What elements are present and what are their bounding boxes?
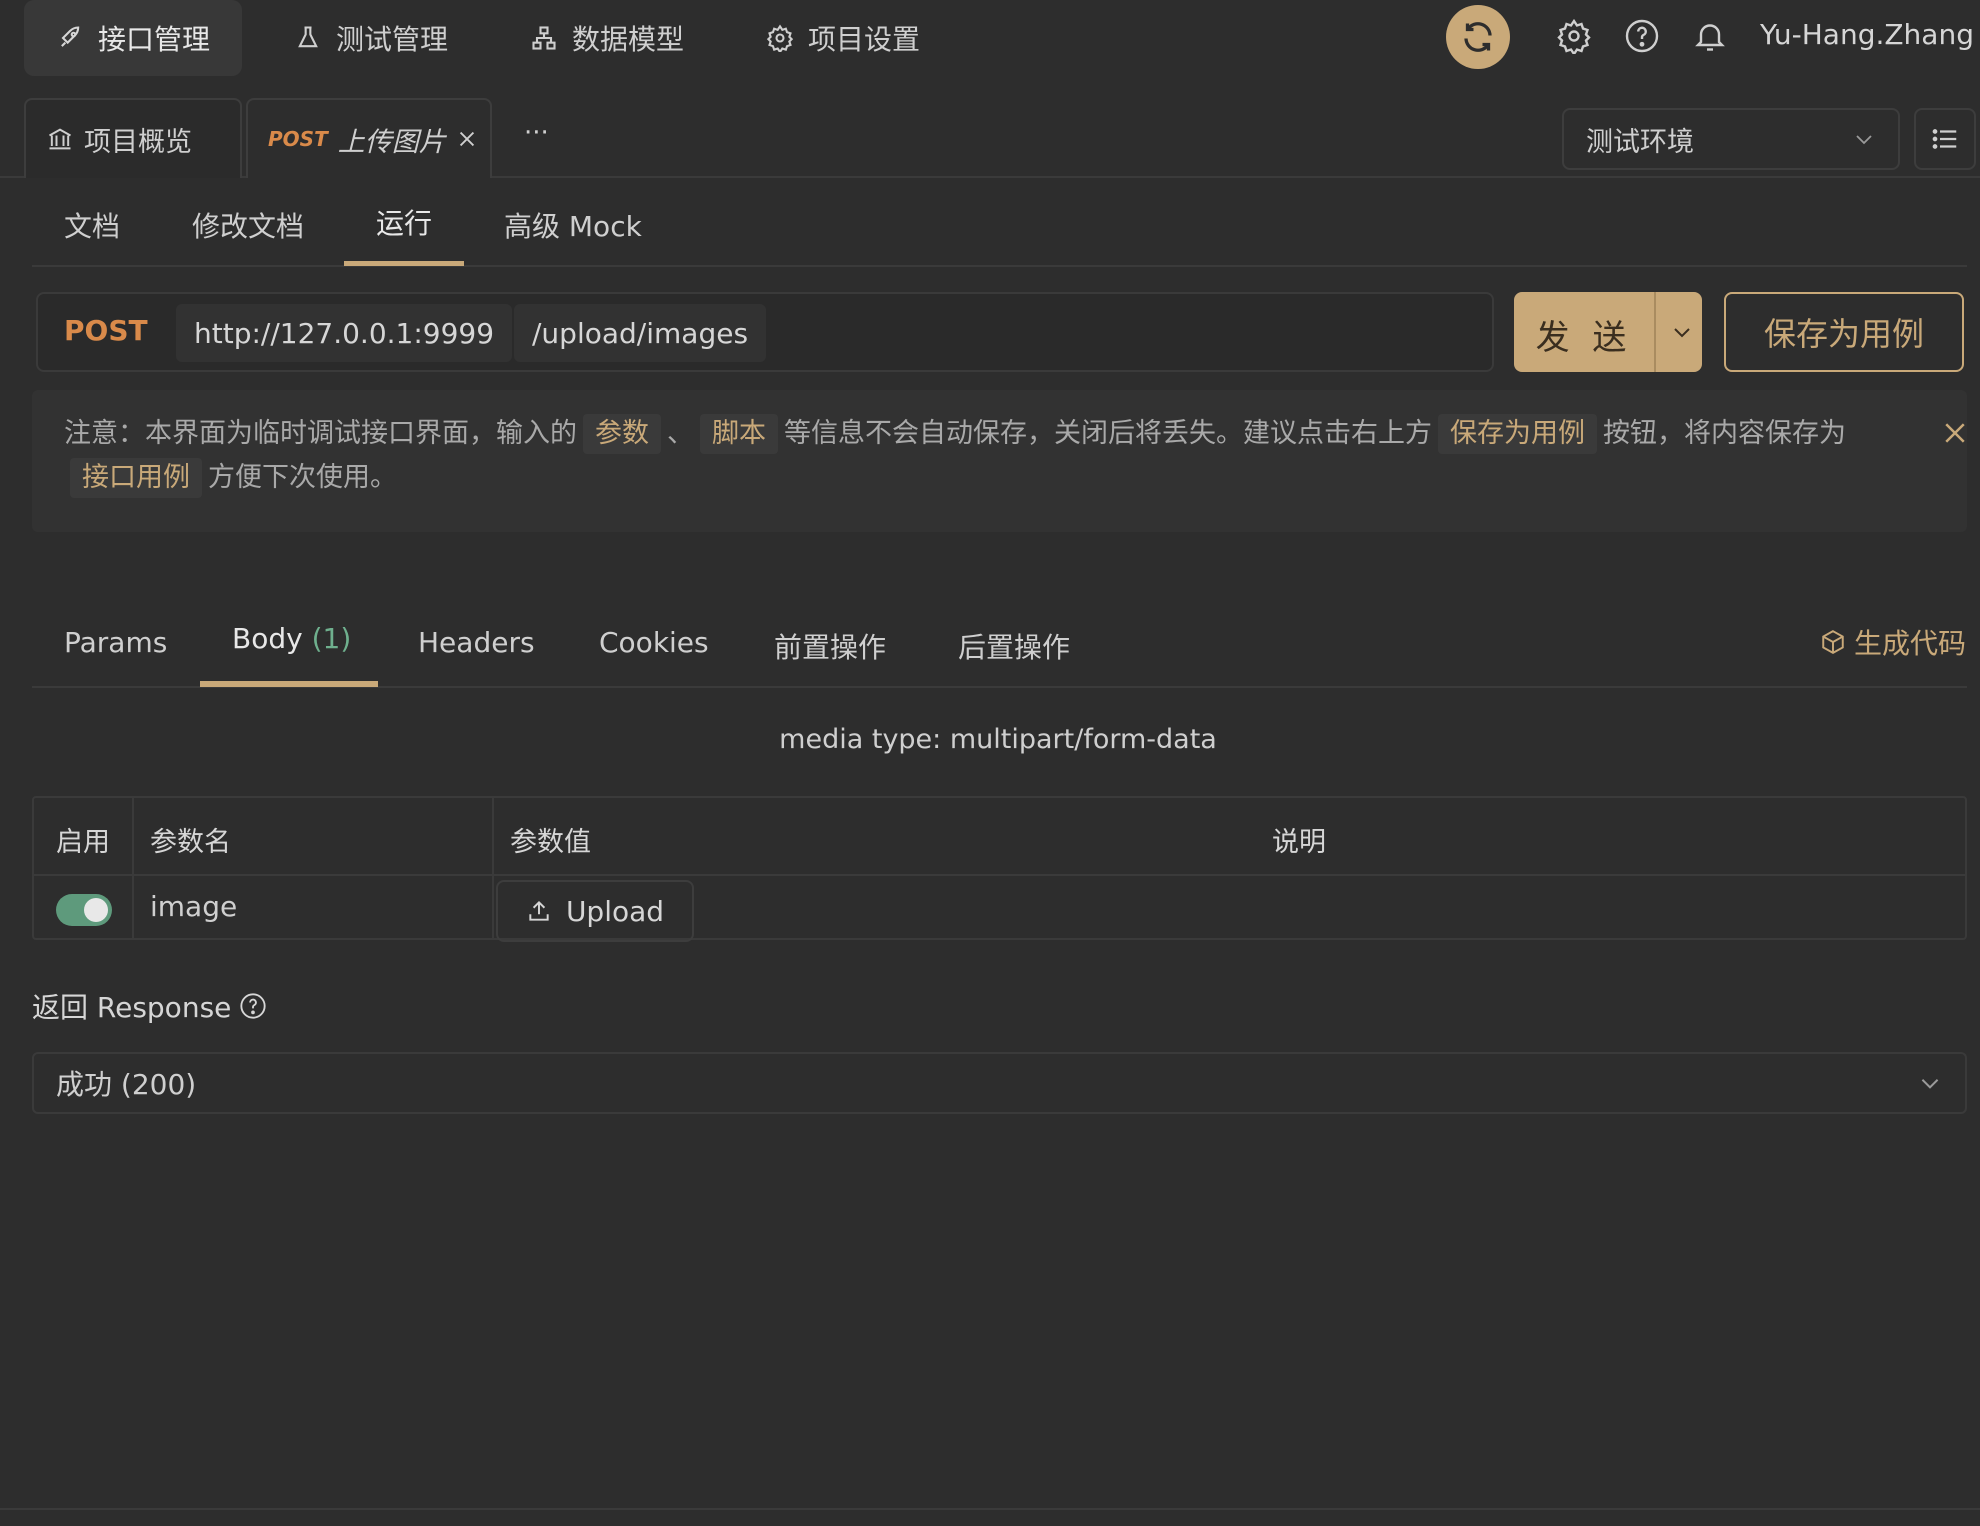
- response-section-title: 返回 Response: [32, 986, 267, 1026]
- chevron-down-icon[interactable]: [1670, 320, 1694, 344]
- tab-method-badge: POST: [268, 127, 328, 151]
- tab-body-label: Body: [232, 622, 303, 655]
- nav-item-project-settings[interactable]: 项目设置: [734, 0, 952, 76]
- param-name-cell[interactable]: image: [150, 890, 237, 923]
- gear-icon: [766, 24, 794, 52]
- top-navigation: 接口管理 测试管理 数据模型 项目设置 Yu-Hang.Zhang: [0, 0, 1980, 78]
- bottom-divider: [0, 1508, 1980, 1510]
- nav-item-label: 数据模型: [572, 23, 685, 56]
- sync-button[interactable]: [1446, 5, 1510, 69]
- notice-text-part: 方便下次使用。: [208, 462, 397, 493]
- list-icon: [1932, 129, 1957, 149]
- media-type-label: media type: multipart/form-data: [779, 724, 1217, 755]
- base-url[interactable]: http://127.0.0.1:9999: [176, 304, 513, 362]
- cube-icon: [1822, 630, 1844, 654]
- tab-body-count: (1): [311, 622, 352, 655]
- tab-project-overview[interactable]: 项目概览: [24, 98, 242, 178]
- upload-label: Upload: [565, 894, 665, 928]
- close-icon[interactable]: [1940, 418, 1970, 448]
- rocket-icon: [61, 26, 80, 47]
- hierarchy-icon: [532, 26, 556, 50]
- notice-text: 注意：本界面为临时调试接口界面，输入的 参数、脚本 等信息不会自动保存，关闭后将丢失…: [64, 412, 1894, 500]
- column-header-enabled: 启用: [56, 827, 110, 858]
- generate-code-label: 生成代码: [1854, 627, 1967, 660]
- tab-doc[interactable]: 文档: [64, 205, 120, 245]
- send-divider: [1654, 292, 1656, 372]
- url-path-input[interactable]: /upload/images: [514, 304, 767, 362]
- request-url-bar[interactable]: POST http://127.0.0.1:9999 /upload/image…: [36, 292, 1494, 372]
- sync-icon: [1464, 22, 1492, 52]
- notice-chip-params: 参数: [583, 414, 661, 454]
- response-label: 返回 Response: [32, 991, 232, 1024]
- enabled-toggle[interactable]: [56, 894, 112, 926]
- tab-label: 上传图片: [337, 126, 446, 158]
- notice-chip-script: 脚本: [700, 414, 778, 454]
- environment-value: 测试环境: [1586, 126, 1694, 158]
- row-divider: [34, 874, 1965, 876]
- upload-button[interactable]: Upload: [496, 880, 694, 942]
- generate-code-button[interactable]: 生成代码: [1820, 622, 1966, 662]
- column-header-value: 参数值: [510, 827, 591, 858]
- notice-text-part: 等信息不会自动保存，关闭后将丢失。建议点击右上方: [784, 418, 1432, 449]
- send-button[interactable]: 发 送: [1514, 292, 1702, 372]
- tab-post-actions[interactable]: 后置操作: [958, 626, 1070, 666]
- tab-pre-actions[interactable]: 前置操作: [774, 626, 886, 666]
- username[interactable]: Yu-Hang.Zhang: [1760, 18, 1974, 51]
- column-divider: [132, 798, 134, 938]
- tab-label: 项目概览: [84, 126, 192, 158]
- column-divider: [492, 798, 494, 938]
- unsaved-notice: 注意：本界面为临时调试接口界面，输入的 参数、脚本 等信息不会自动保存，关闭后将丢失…: [32, 390, 1967, 532]
- tab-advanced-mock[interactable]: 高级 Mock: [504, 205, 642, 245]
- more-tabs-button[interactable]: ···: [524, 118, 549, 148]
- settings-icon[interactable]: [1556, 18, 1592, 54]
- list-menu-button[interactable]: [1914, 108, 1976, 170]
- tab-headers[interactable]: Headers: [418, 626, 535, 659]
- help-icon[interactable]: [239, 992, 267, 1020]
- send-label: 发 送: [1535, 318, 1633, 358]
- nav-item-label: 项目设置: [808, 23, 921, 56]
- bell-icon[interactable]: [1692, 18, 1728, 54]
- nav-item-label: 测试管理: [336, 23, 449, 56]
- tab-params[interactable]: Params: [64, 626, 167, 659]
- subtab-divider: [32, 265, 1967, 267]
- upload-icon: [529, 900, 549, 921]
- response-status-select[interactable]: 成功 (200): [32, 1052, 1967, 1114]
- toggle-knob: [84, 898, 108, 922]
- notice-text-part: 注意：本界面为临时调试接口界面，输入的: [64, 418, 577, 449]
- save-as-case-button[interactable]: 保存为用例: [1724, 292, 1964, 372]
- notice-chip-save-case: 保存为用例: [1438, 414, 1597, 454]
- column-header-name: 参数名: [150, 827, 231, 858]
- notice-chip-api-case: 接口用例: [70, 458, 202, 498]
- tab-cookies[interactable]: Cookies: [599, 626, 709, 659]
- column-header-description: 说明: [1272, 827, 1326, 858]
- tab-run[interactable]: 运行: [376, 202, 432, 242]
- response-status-value: 成功 (200): [56, 1068, 197, 1101]
- tab-body[interactable]: Body (1): [232, 622, 351, 655]
- notice-separator: 、: [667, 418, 694, 449]
- method-selector[interactable]: POST: [64, 314, 148, 347]
- chevron-down-icon: [1856, 135, 1872, 145]
- help-icon[interactable]: [1624, 18, 1660, 54]
- tab-edit-doc[interactable]: 修改文档: [192, 205, 304, 245]
- nav-item-api-management[interactable]: 接口管理: [24, 0, 243, 76]
- bank-icon: [49, 128, 71, 150]
- flask-icon: [298, 26, 318, 48]
- nav-item-test-management[interactable]: 测试管理: [262, 0, 480, 76]
- active-body-tab-indicator: [200, 681, 378, 687]
- nav-item-data-model[interactable]: 数据模型: [498, 0, 716, 76]
- chevron-down-icon: [1921, 1079, 1939, 1089]
- body-params-table: 启用 参数名 参数值 说明 image Upload: [32, 796, 1967, 942]
- tab-upload-image[interactable]: POST 上传图片: [246, 98, 492, 178]
- notice-text-part: 按钮，将内容保存为: [1603, 418, 1846, 449]
- active-subtab-indicator: [344, 261, 464, 266]
- environment-select[interactable]: 测试环境: [1562, 108, 1900, 170]
- close-icon[interactable]: [456, 128, 478, 150]
- nav-item-label: 接口管理: [98, 23, 211, 56]
